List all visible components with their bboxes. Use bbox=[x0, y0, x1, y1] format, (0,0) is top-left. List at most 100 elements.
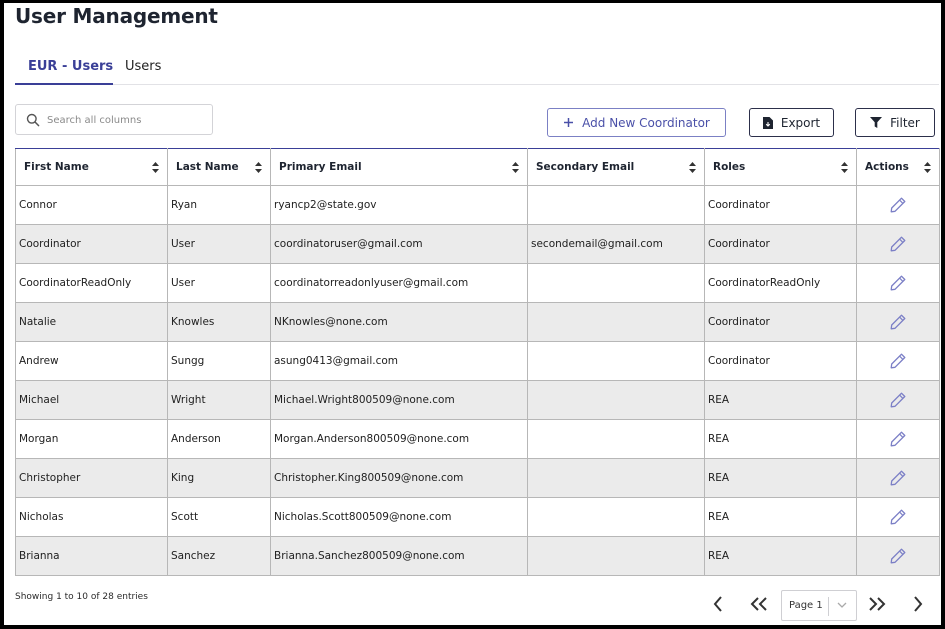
first-name-cell: Coordinator bbox=[15, 224, 168, 264]
primary-email-cell: Nicholas.Scott800509@none.com bbox=[270, 497, 528, 537]
filter-button-label: Filter bbox=[890, 115, 920, 130]
last-name-cell: User bbox=[167, 263, 271, 303]
pencil-icon[interactable] bbox=[889, 430, 907, 448]
table-header-row: First Name Last Name Primary Email Secon… bbox=[15, 148, 940, 186]
actions-cell bbox=[856, 302, 940, 342]
search-input[interactable] bbox=[47, 111, 207, 129]
roles-cell: Coordinator bbox=[704, 302, 857, 342]
secondary-email-cell bbox=[527, 497, 705, 537]
table-row: Christopher King Christopher.King800509@no… bbox=[15, 458, 940, 498]
roles-cell: Coordinator bbox=[704, 224, 857, 264]
table-row: CoordinatorReadOnly User coordinatorreadon… bbox=[15, 263, 940, 303]
last-name-cell: Scott bbox=[167, 497, 271, 537]
secondary-email-cell bbox=[527, 536, 705, 576]
pencil-icon[interactable] bbox=[889, 313, 907, 331]
secondary-email-cell bbox=[527, 302, 705, 342]
first-name-cell: Nicholas bbox=[15, 497, 168, 537]
chevron-left-icon bbox=[713, 596, 722, 612]
app-window: User Management EUR - Users Users Add Ne… bbox=[4, 3, 941, 625]
actions-cell bbox=[856, 263, 940, 303]
table-row: Nicholas Scott Nicholas.Scott800509@none.c… bbox=[15, 497, 940, 537]
double-chevron-left-icon bbox=[750, 597, 767, 611]
actions-cell bbox=[856, 497, 940, 537]
page-title: User Management bbox=[15, 4, 218, 28]
pencil-icon[interactable] bbox=[889, 235, 907, 253]
actions-cell bbox=[856, 185, 940, 225]
first-name-cell: Morgan bbox=[15, 419, 168, 459]
last-name-cell: Anderson bbox=[167, 419, 271, 459]
first-name-cell: Brianna bbox=[15, 536, 168, 576]
primary-email-cell: coordinatorreadonlyuser@gmail.com bbox=[270, 263, 528, 303]
table-row: Andrew Sungg asung0413@gmail.com Coordinato… bbox=[15, 341, 940, 381]
actions-cell bbox=[856, 341, 940, 381]
actions-cell bbox=[856, 419, 940, 459]
sort-icon bbox=[924, 162, 931, 173]
pencil-icon[interactable] bbox=[889, 469, 907, 487]
last-name-cell: User bbox=[167, 224, 271, 264]
pencil-icon[interactable] bbox=[889, 391, 907, 409]
table-row: Coordinator User coordinatoruser@gmail.com… bbox=[15, 224, 940, 264]
last-name-cell: Wright bbox=[167, 380, 271, 420]
column-header-secondary-email[interactable]: Secondary Email bbox=[527, 148, 705, 186]
page-select[interactable]: Page 1 bbox=[781, 590, 857, 621]
double-chevron-right-icon bbox=[869, 597, 886, 611]
sort-icon bbox=[152, 162, 159, 173]
primary-email-cell: Michael.Wright800509@none.com bbox=[270, 380, 528, 420]
actions-cell bbox=[856, 380, 940, 420]
last-name-cell: Ryan bbox=[167, 185, 271, 225]
next-page-button[interactable] bbox=[902, 588, 934, 620]
export-button[interactable]: Export bbox=[749, 108, 834, 137]
previous-page-button[interactable] bbox=[702, 588, 734, 620]
tab-eur-users[interactable]: EUR - Users bbox=[28, 59, 113, 74]
roles-cell: REA bbox=[704, 536, 857, 576]
actions-cell bbox=[856, 458, 940, 498]
filter-button[interactable]: Filter bbox=[855, 108, 935, 137]
column-header-first-name[interactable]: First Name bbox=[15, 148, 168, 186]
add-new-coordinator-button[interactable]: Add New Coordinator bbox=[547, 108, 726, 137]
first-name-cell: Natalie bbox=[15, 302, 168, 342]
first-name-cell: Connor bbox=[15, 185, 168, 225]
secondary-email-cell: secondemail@gmail.com bbox=[527, 224, 705, 264]
pencil-icon[interactable] bbox=[889, 547, 907, 565]
column-header-actions[interactable]: Actions bbox=[856, 148, 940, 186]
last-name-cell: Knowles bbox=[167, 302, 271, 342]
chevron-right-icon bbox=[914, 596, 923, 612]
primary-email-cell: Morgan.Anderson800509@none.com bbox=[270, 419, 528, 459]
pencil-icon[interactable] bbox=[889, 274, 907, 292]
table-row: Connor Ryan ryancp2@state.gov Coordinator bbox=[15, 185, 940, 225]
primary-email-cell: Christopher.King800509@none.com bbox=[270, 458, 528, 498]
last-page-button[interactable] bbox=[861, 588, 893, 620]
table-row: Natalie Knowles NKnowles@none.com Coordinat… bbox=[15, 302, 940, 342]
sort-icon bbox=[255, 162, 262, 173]
primary-email-cell: Brianna.Sanchez800509@none.com bbox=[270, 536, 528, 576]
pencil-icon[interactable] bbox=[889, 352, 907, 370]
tab-users[interactable]: Users bbox=[125, 59, 161, 74]
column-header-roles[interactable]: Roles bbox=[704, 148, 857, 186]
roles-cell: REA bbox=[704, 458, 857, 498]
column-header-last-name[interactable]: Last Name bbox=[167, 148, 271, 186]
pencil-icon[interactable] bbox=[889, 508, 907, 526]
search-box[interactable] bbox=[15, 104, 213, 135]
first-name-cell: CoordinatorReadOnly bbox=[15, 263, 168, 303]
actions-cell bbox=[856, 536, 940, 576]
roles-cell: CoordinatorReadOnly bbox=[704, 263, 857, 303]
first-page-button[interactable] bbox=[743, 588, 775, 620]
table-row: Morgan Anderson Morgan.Anderson800509@none… bbox=[15, 419, 940, 459]
sort-icon bbox=[512, 162, 519, 173]
secondary-email-cell bbox=[527, 341, 705, 381]
roles-cell: Coordinator bbox=[704, 185, 857, 225]
first-name-cell: Christopher bbox=[15, 458, 168, 498]
search-icon bbox=[26, 113, 40, 127]
pencil-icon[interactable] bbox=[889, 196, 907, 214]
secondary-email-cell bbox=[527, 419, 705, 459]
column-header-primary-email[interactable]: Primary Email bbox=[270, 148, 528, 186]
add-button-label: Add New Coordinator bbox=[582, 115, 710, 130]
secondary-email-cell bbox=[527, 458, 705, 498]
page-select-value: Page 1 bbox=[789, 600, 823, 611]
roles-cell: REA bbox=[704, 419, 857, 459]
secondary-email-cell bbox=[527, 185, 705, 225]
page-select-divider bbox=[828, 597, 829, 616]
actions-cell bbox=[856, 224, 940, 264]
export-button-label: Export bbox=[780, 115, 821, 130]
table-row: Brianna Sanchez Brianna.Sanchez800509@none… bbox=[15, 536, 940, 576]
